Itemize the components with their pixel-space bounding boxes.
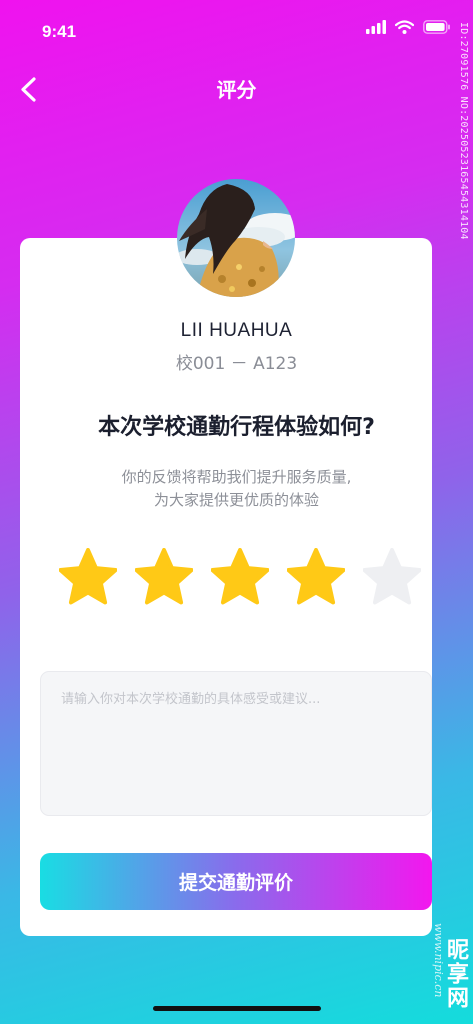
subtitle-line-2: 为大家提供更优质的体验 (153, 491, 319, 509)
avatar (177, 179, 295, 297)
wifi-icon (395, 20, 414, 34)
watermark-logo: 昵享网 (443, 938, 468, 1010)
status-time: 9:41 (42, 22, 77, 41)
home-indicator (153, 1006, 321, 1011)
page-title: 评分 (216, 78, 257, 102)
star-icon-2[interactable] (135, 548, 193, 608)
star-icon-5[interactable] (363, 548, 421, 608)
user-name: LII HUAHUA (180, 320, 293, 341)
signal-icon (366, 20, 386, 34)
star-icon-3[interactable] (211, 548, 269, 608)
user-id: 校001 － A123 (175, 354, 298, 374)
nav-bar: 评分 (0, 64, 473, 114)
rating-question: 本次学校通勤行程体验如何? (98, 415, 375, 440)
star-rating (59, 548, 421, 608)
avatar-photo (177, 179, 295, 297)
star-icon-1[interactable] (59, 548, 117, 608)
feedback-input[interactable] (40, 671, 432, 816)
subtitle-line-1: 你的反馈将帮助我们提升服务质量, (121, 468, 352, 486)
star-icon-4[interactable] (287, 548, 345, 608)
status-bar: 9:41 (0, 0, 473, 64)
watermark-id: ID:27091576 NO:20250523165454314104 (458, 22, 469, 240)
submit-button[interactable]: 提交通勤评价 (40, 853, 432, 910)
rating-subtitle: 你的反馈将帮助我们提升服务质量, 为大家提供更优质的体验 (0, 466, 473, 512)
status-icons (366, 20, 451, 34)
